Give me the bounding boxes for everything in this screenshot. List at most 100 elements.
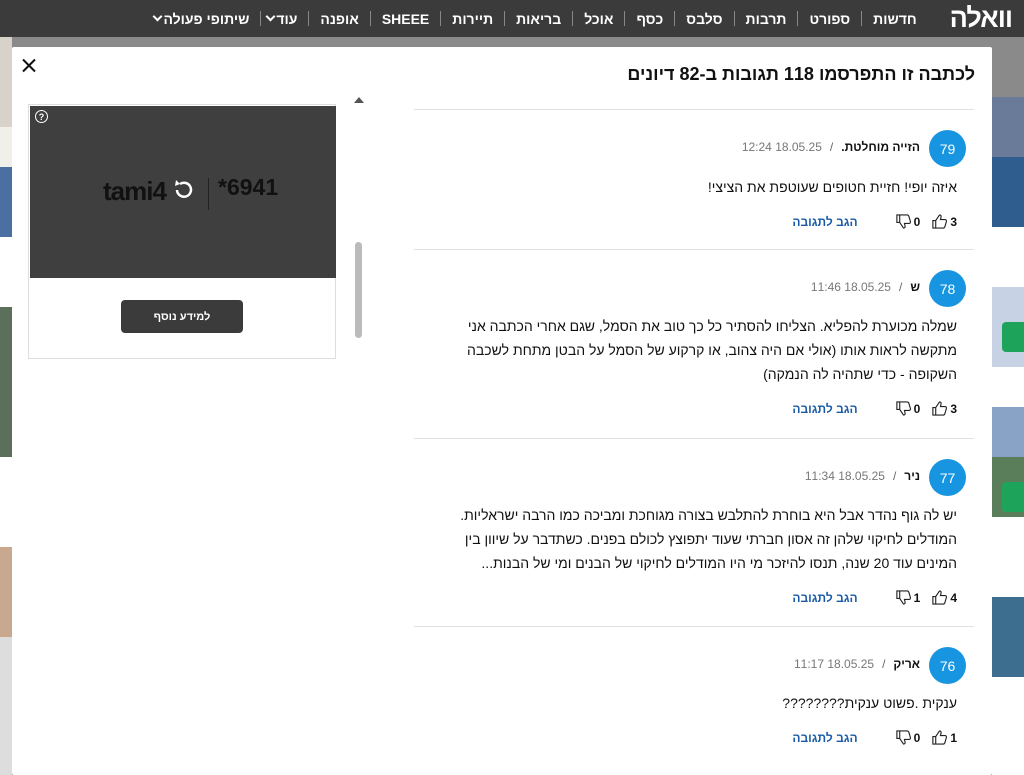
thumbs-down-icon[interactable]	[895, 400, 912, 417]
nav-separator	[369, 11, 371, 26]
comment-item: 77 ניר/18.05.25 11:34 יש לה גוף נהדר אבל…	[414, 438, 974, 626]
thumbs-up-icon[interactable]	[931, 213, 948, 230]
nav-item-label: ספורט	[809, 10, 851, 27]
scroll-thumb[interactable]	[355, 242, 362, 338]
reply-button[interactable]: הגב לתגובה	[792, 591, 857, 605]
thumbs-down-icon[interactable]	[895, 213, 912, 230]
thumbs-down-icon[interactable]	[895, 729, 912, 746]
nav-item-money[interactable]: כסף	[625, 11, 674, 27]
like-count: 3	[950, 401, 957, 416]
nav-item-label: חדשות	[873, 10, 917, 27]
ad-divider	[208, 178, 209, 210]
dislike-count: 0	[913, 214, 921, 229]
nav-item-label: שיתופי פעולה	[163, 10, 250, 27]
nav-item-label: עוד	[276, 10, 298, 27]
main-nav: חדשות ספורט תרבות סלבס כסף אוכל בריאות ת…	[148, 11, 927, 27]
reply-button[interactable]: הגב לתגובה	[792, 215, 857, 229]
thumbs-up-icon[interactable]	[931, 589, 948, 606]
replay-icon[interactable]	[170, 176, 198, 204]
thumbs-up-icon[interactable]	[931, 729, 948, 746]
nav-item-label: כסף	[636, 10, 664, 27]
nav-item-label: SHEEE	[381, 10, 430, 27]
ad-scrollbar[interactable]	[347, 97, 367, 775]
nav-item-news[interactable]: חדשות	[862, 11, 928, 27]
comment-date: 18.05.25 11:17	[793, 657, 875, 671]
comment-item: 78 ש/18.05.25 11:46 שמלה מכוערת להפליא. …	[414, 249, 974, 438]
comment-meta: אריק/18.05.25 11:17	[793, 657, 920, 671]
nav-separator	[572, 11, 574, 26]
comment-author: אריק	[893, 657, 920, 671]
comment-number-badge: 79	[929, 130, 966, 167]
comment-actions: 1 0 הגב לתגובה	[792, 729, 957, 746]
reply-button[interactable]: הגב לתגובה	[792, 402, 857, 416]
like-count: 3	[950, 214, 957, 229]
comment-text: שמלה מכוערת להפליא. הצליחו להסתיר כל כך …	[466, 318, 957, 382]
comment-meta: הזייה מוחלטת./18.05.25 12:24	[741, 140, 920, 154]
comment-item: 79 הזייה מוחלטת./18.05.25 12:24 איזה יופ…	[414, 109, 974, 249]
nav-separator	[260, 11, 262, 26]
comment-list: 79 הזייה מוחלטת./18.05.25 12:24 איזה יופ…	[414, 109, 974, 772]
nav-item-celebs[interactable]: סלבס	[675, 11, 733, 27]
site-logo[interactable]: וואלה	[950, 3, 1013, 34]
ad-image[interactable]: ? tami4 *6941	[30, 106, 336, 278]
comment-actions: 4 1 הגב לתגובה	[792, 589, 957, 606]
comment-author: ש	[910, 280, 920, 294]
nav-separator	[674, 11, 676, 26]
dislike-count: 0	[913, 730, 921, 745]
comment-date: 18.05.25 11:34	[804, 469, 885, 483]
chevron-down-icon	[153, 11, 163, 22]
ad-more-info-button[interactable]: למידע נוסף	[121, 300, 243, 333]
side-tab[interactable]	[1002, 322, 1024, 352]
comments-modal: לכתבה זו התפרסמו 118 תגובות ב-82 דיונים …	[12, 47, 992, 775]
ad-phone-code: *6941	[218, 174, 279, 200]
dislike-count: 1	[913, 590, 921, 605]
nav-item-sheee[interactable]: SHEEE	[371, 11, 440, 27]
nav-item-label: תרבות	[745, 10, 787, 27]
nav-item-food[interactable]: אוכל	[573, 11, 624, 27]
nav-separator	[440, 11, 442, 26]
nav-separator	[733, 11, 735, 26]
comment-number-badge: 76	[929, 647, 966, 684]
top-navigation-bar: וואלה חדשות ספורט תרבות סלבס כסף אוכל בר…	[0, 0, 1024, 37]
nav-item-more[interactable]: עוד	[261, 11, 308, 27]
comment-author: הזייה מוחלטת.	[841, 140, 920, 154]
dislike-count: 0	[913, 401, 921, 416]
nav-item-label: אוכל	[584, 10, 614, 27]
reply-button[interactable]: הגב לתגובה	[792, 731, 857, 745]
nav-separator	[861, 11, 863, 26]
background-page-right	[992, 37, 1024, 775]
nav-item-label: תיירות	[452, 10, 494, 27]
comment-date: 18.05.25 12:24	[741, 140, 822, 154]
chevron-down-icon	[265, 11, 276, 22]
advertisement: ? tami4 *6941 למידע נוסף	[28, 104, 336, 359]
nav-separator	[504, 11, 506, 26]
help-icon[interactable]: ?	[35, 110, 48, 123]
scroll-up-arrow-icon[interactable]	[354, 97, 364, 103]
comment-date: 18.05.25 11:46	[810, 280, 891, 294]
comment-number-badge: 78	[929, 270, 966, 307]
comment-meta: ניר/18.05.25 11:34	[804, 469, 920, 483]
nav-item-health[interactable]: בריאות	[505, 11, 572, 27]
ad-brand-logo: tami4	[103, 176, 167, 206]
nav-item-travel[interactable]: תיירות	[441, 11, 504, 27]
nav-item-partnerships[interactable]: שיתופי פעולה	[148, 11, 260, 27]
comment-actions: 3 0 הגב לתגובה	[792, 400, 957, 417]
like-count: 1	[950, 730, 957, 745]
thumbs-down-icon[interactable]	[895, 589, 912, 606]
nav-item-culture[interactable]: תרבות	[735, 11, 798, 27]
nav-item-sport[interactable]: ספורט	[798, 11, 861, 27]
side-tab[interactable]	[1002, 482, 1024, 512]
close-icon[interactable]	[18, 55, 40, 77]
nav-item-label: בריאות	[516, 10, 562, 27]
nav-separator	[797, 11, 799, 26]
comment-text: יש לה גוף נהדר אבל היא בוחרת להתלבש בצור…	[460, 507, 957, 571]
nav-separator	[308, 11, 310, 26]
comment-item: 76 אריק/18.05.25 11:17 ענקית .פשוט ענקית…	[414, 626, 974, 772]
modal-title: לכתבה זו התפרסמו 118 תגובות ב-82 דיונים	[627, 64, 975, 84]
comment-text: איזה יופי! חזיית חטופים שעוטפת את הציצי!	[707, 179, 957, 195]
like-count: 4	[950, 590, 957, 605]
thumbs-up-icon[interactable]	[931, 400, 948, 417]
nav-item-fashion[interactable]: אופנה	[309, 11, 369, 27]
nav-separator	[624, 11, 626, 26]
nav-item-label: סלבס	[686, 10, 723, 27]
